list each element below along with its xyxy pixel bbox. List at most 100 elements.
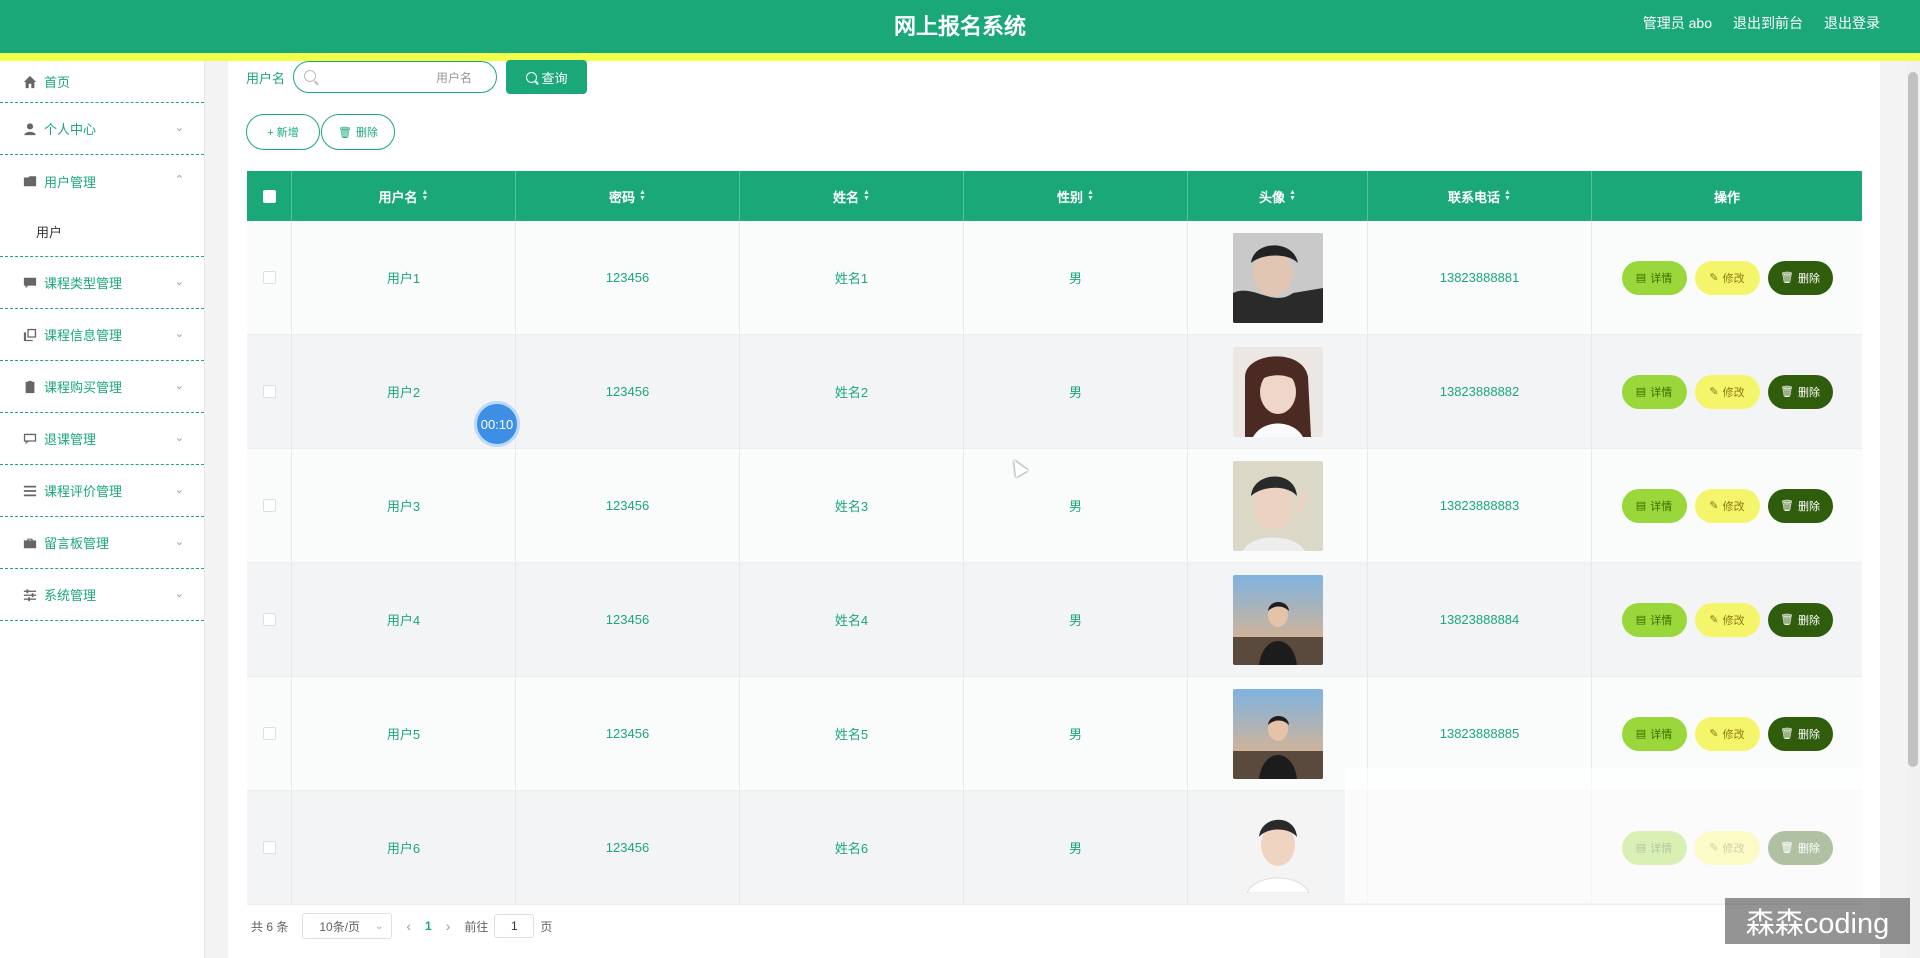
row-checkbox[interactable]: [262, 613, 276, 626]
prev-page-button[interactable]: ‹: [406, 918, 411, 934]
table-row: 用户3 123456 姓名3 男 13823888883 ▤ 详情 ✎ 修改 🗑 删除: [247, 449, 1862, 563]
sidebar-item-system[interactable]: 系统管理 ⌄: [0, 569, 204, 621]
sidebar-item-course-withdraw[interactable]: 退课管理 ⌄: [0, 413, 204, 465]
row-checkbox-cell: [247, 335, 292, 448]
add-button[interactable]: + 新增: [246, 114, 320, 150]
logout-link[interactable]: 退出登录: [1824, 13, 1880, 33]
cell-gender: 男: [964, 221, 1188, 334]
edit-button[interactable]: ✎修改: [1694, 374, 1760, 409]
sidebar-item-personal-center[interactable]: 个人中心 ⌄: [0, 103, 204, 155]
column-header-phone[interactable]: 联系电话 ▲ ▼: [1368, 171, 1592, 221]
detail-button[interactable]: ▤详情: [1621, 488, 1687, 523]
cell-avatar: [1188, 791, 1368, 904]
column-header-name[interactable]: 姓名 ▲ ▼: [740, 171, 964, 221]
batch-delete-button[interactable]: 🗑 删除: [321, 114, 395, 150]
edit-button[interactable]: ✎修改: [1694, 260, 1760, 295]
front-page-link[interactable]: 退出到前台: [1733, 13, 1803, 33]
column-header-avatar[interactable]: 头像 ▲ ▼: [1188, 171, 1368, 221]
sidebar-item-course-info[interactable]: 课程信息管理 ⌄: [0, 309, 204, 361]
row-checkbox[interactable]: [262, 727, 276, 740]
detail-button[interactable]: ▤详情: [1621, 374, 1687, 409]
search-input[interactable]: 用户名: [293, 61, 498, 93]
cell-password: 123456: [516, 221, 740, 334]
table-row: 用户4 123456 姓名4 男 13823888884 ▤ 详情 ✎ 修改 🗑 删除: [247, 563, 1862, 677]
sidebar-item-home[interactable]: 首页: [0, 61, 204, 103]
sidebar-item-course-type[interactable]: 课程类型管理 ⌄: [0, 257, 204, 309]
column-header-username[interactable]: 用户名 ▲ ▼: [292, 171, 516, 221]
detail-button[interactable]: ▤详情: [1621, 716, 1687, 751]
delete-button[interactable]: 🗑删除: [1767, 602, 1833, 637]
page-size-select[interactable]: 10条/页 ⌄: [302, 913, 393, 939]
row-checkbox[interactable]: [262, 385, 276, 398]
delete-label: 删除: [1797, 272, 1820, 285]
cell-username: 用户6: [292, 791, 516, 904]
sort-icon[interactable]: ▲ ▼: [639, 189, 646, 202]
sidebar-subitem-user[interactable]: 用户: [0, 207, 204, 257]
sort-icon[interactable]: ▲ ▼: [1289, 189, 1296, 202]
row-checkbox-cell: [247, 791, 292, 904]
edit-button[interactable]: ✎修改: [1694, 602, 1760, 637]
column-header-password[interactable]: 密码 ▲ ▼: [516, 171, 740, 221]
column-header-gender[interactable]: 性别 ▲ ▼: [964, 171, 1188, 221]
search-label: 用户名: [246, 70, 286, 86]
trash-icon: 🗑: [1780, 728, 1794, 740]
cell-avatar: [1188, 677, 1368, 790]
admin-user-label[interactable]: 管理员 abo: [1643, 13, 1712, 33]
sidebar-item-message-board[interactable]: 留言板管理 ⌄: [0, 517, 204, 569]
pencil-icon: ✎: [1709, 614, 1719, 626]
select-all-checkbox-cell: [247, 171, 292, 221]
pencil-icon: ✎: [1709, 728, 1719, 740]
sort-icon[interactable]: ▲ ▼: [422, 189, 429, 202]
row-checkbox[interactable]: [262, 841, 276, 854]
delete-label: 删除: [1797, 728, 1820, 741]
edit-button[interactable]: ✎修改: [1694, 488, 1760, 523]
pagination: 共 6 条 10条/页 ⌄ ‹ 1 › 前往 1 页: [251, 913, 552, 939]
trash-icon: 🗑: [1780, 614, 1794, 626]
column-title: 用户名: [378, 189, 418, 205]
recording-timer: 00:10: [474, 401, 520, 447]
edit-button[interactable]: ✎修改: [1694, 716, 1760, 751]
cell-gender: 男: [964, 563, 1188, 676]
select-all-checkbox[interactable]: [262, 189, 276, 203]
list-icon: [22, 483, 38, 499]
delete-button[interactable]: 🗑删除: [1767, 488, 1833, 523]
detail-button[interactable]: ▤详情: [1621, 260, 1687, 295]
briefcase-icon: [22, 535, 38, 551]
chevron-down-icon: ⌄: [174, 276, 184, 288]
delete-button[interactable]: 🗑删除: [1767, 260, 1833, 295]
sidebar-item-label: 留言板管理: [44, 536, 110, 551]
sidebar-item-user-management[interactable]: 用户管理 ⌃: [0, 155, 204, 207]
sort-icon[interactable]: ▲ ▼: [863, 189, 870, 202]
delete-button[interactable]: 🗑删除: [1767, 374, 1833, 409]
delete-button[interactable]: 🗑删除: [1767, 716, 1833, 751]
next-page-button[interactable]: ›: [446, 918, 451, 934]
document-icon: ▤: [1635, 728, 1647, 740]
page-number-current[interactable]: 1: [425, 919, 432, 933]
row-checkbox[interactable]: [262, 271, 276, 284]
detail-label: 详情: [1650, 272, 1673, 285]
table-header: 用户名 ▲ ▼ 密码 ▲ ▼ 姓名 ▲ ▼ 性别 ▲ ▼ 头像 ▲ ▼ 联系电话 ▲ ▼ 操作: [247, 171, 1862, 221]
cell-phone: 13823888882: [1368, 335, 1592, 448]
cell-name: 姓名4: [740, 563, 964, 676]
detail-label: 详情: [1650, 614, 1673, 627]
detail-button[interactable]: ▤详情: [1621, 602, 1687, 637]
trash-icon: 🗑: [1780, 500, 1794, 512]
search-button[interactable]: 查询: [506, 60, 588, 94]
sidebar-item-course-purchase[interactable]: 课程购买管理 ⌄: [0, 361, 204, 413]
cell-username: 用户4: [292, 563, 516, 676]
goto-page: 前往 1 页: [464, 914, 552, 938]
chevron-down-icon: ⌄: [174, 432, 184, 444]
search-button-label: 查询: [541, 70, 568, 86]
sort-icon[interactable]: ▲ ▼: [1087, 189, 1094, 202]
trash-icon: 🗑: [1780, 272, 1794, 284]
sidebar-item-course-review[interactable]: 课程评价管理 ⌄: [0, 465, 204, 517]
row-checkbox-cell: [247, 221, 292, 334]
goto-page-input[interactable]: 1: [494, 914, 535, 938]
row-checkbox[interactable]: [262, 499, 276, 512]
cell-phone: 13823888883: [1368, 449, 1592, 562]
sidebar-item-label: 退课管理: [44, 432, 97, 447]
app-title: 网上报名系统: [893, 14, 1026, 39]
sort-icon[interactable]: ▲ ▼: [1504, 189, 1511, 202]
scrollbar-thumb[interactable]: [1908, 72, 1918, 767]
batch-delete-label: 删除: [355, 127, 378, 139]
